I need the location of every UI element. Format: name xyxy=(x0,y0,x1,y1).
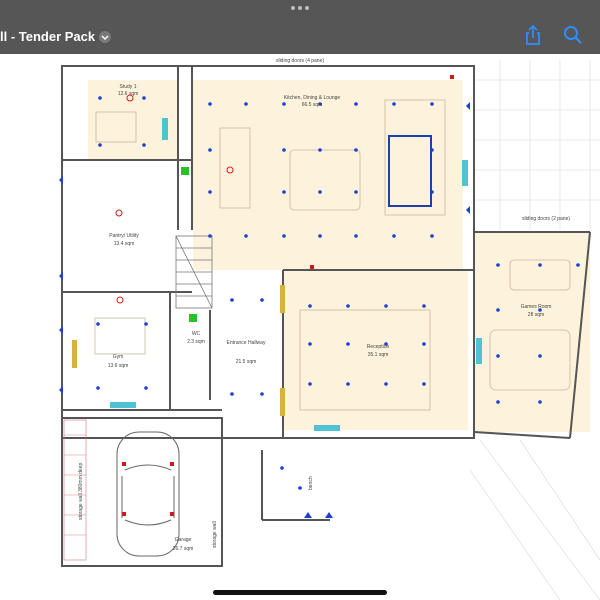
document-title-text: ll - Tender Pack xyxy=(0,29,96,44)
room-area-wc: 2.3 sqm xyxy=(187,339,205,345)
room-area-kitchen: 66.5 sqm xyxy=(302,102,323,108)
chevron-down-icon[interactable] xyxy=(99,30,112,43)
home-indicator[interactable] xyxy=(213,590,387,595)
note-storage-right: storage wall xyxy=(212,521,218,548)
room-name-entrance: Entrance Hallway xyxy=(227,340,266,346)
room-name-kitchen: Kitchen, Dining & Lounge xyxy=(284,95,341,101)
document-title[interactable]: ll - Tender Pack xyxy=(0,29,112,44)
car-outline xyxy=(116,431,180,557)
window-grabber[interactable] xyxy=(291,6,309,10)
room-name-pantry: Pantry/ Utility xyxy=(109,233,139,239)
floor-plan-canvas[interactable]: Study 1 12.6 sqm Kitchen, Dining & Loung… xyxy=(0,54,600,600)
room-area-pantry: 13.4 sqm xyxy=(114,241,135,247)
room-name-study: Study 1 xyxy=(120,84,137,90)
note-storage-left: storage wall 380mm deep xyxy=(78,463,84,520)
room-name-garage: Garage xyxy=(175,537,192,543)
room-area-garage: 26.7 sqm xyxy=(173,546,194,552)
room-area-study: 12.6 sqm xyxy=(118,91,139,97)
room-area-reception: 35.1 sqm xyxy=(368,352,389,358)
note-sliding-doors-top: sliding doors (4 pane) xyxy=(276,58,324,64)
note-bench: bench xyxy=(308,476,314,490)
room-name-reception: Reception xyxy=(367,344,390,350)
share-icon[interactable] xyxy=(522,24,544,46)
note-sliding-doors-right: sliding doors (2 pane) xyxy=(522,216,570,222)
room-name-gym: Gym xyxy=(113,354,124,360)
search-icon[interactable] xyxy=(562,24,584,46)
room-area-games: 28 sqm xyxy=(528,312,544,318)
room-name-games: Games Room xyxy=(521,304,552,310)
door-markers xyxy=(72,285,285,416)
room-area-gym: 13.6 sqm xyxy=(108,363,129,369)
app-toolbar: ll - Tender Pack xyxy=(0,0,600,54)
room-name-wc: WC xyxy=(192,331,201,337)
room-area-entrance: 21.5 sqm xyxy=(236,359,257,365)
